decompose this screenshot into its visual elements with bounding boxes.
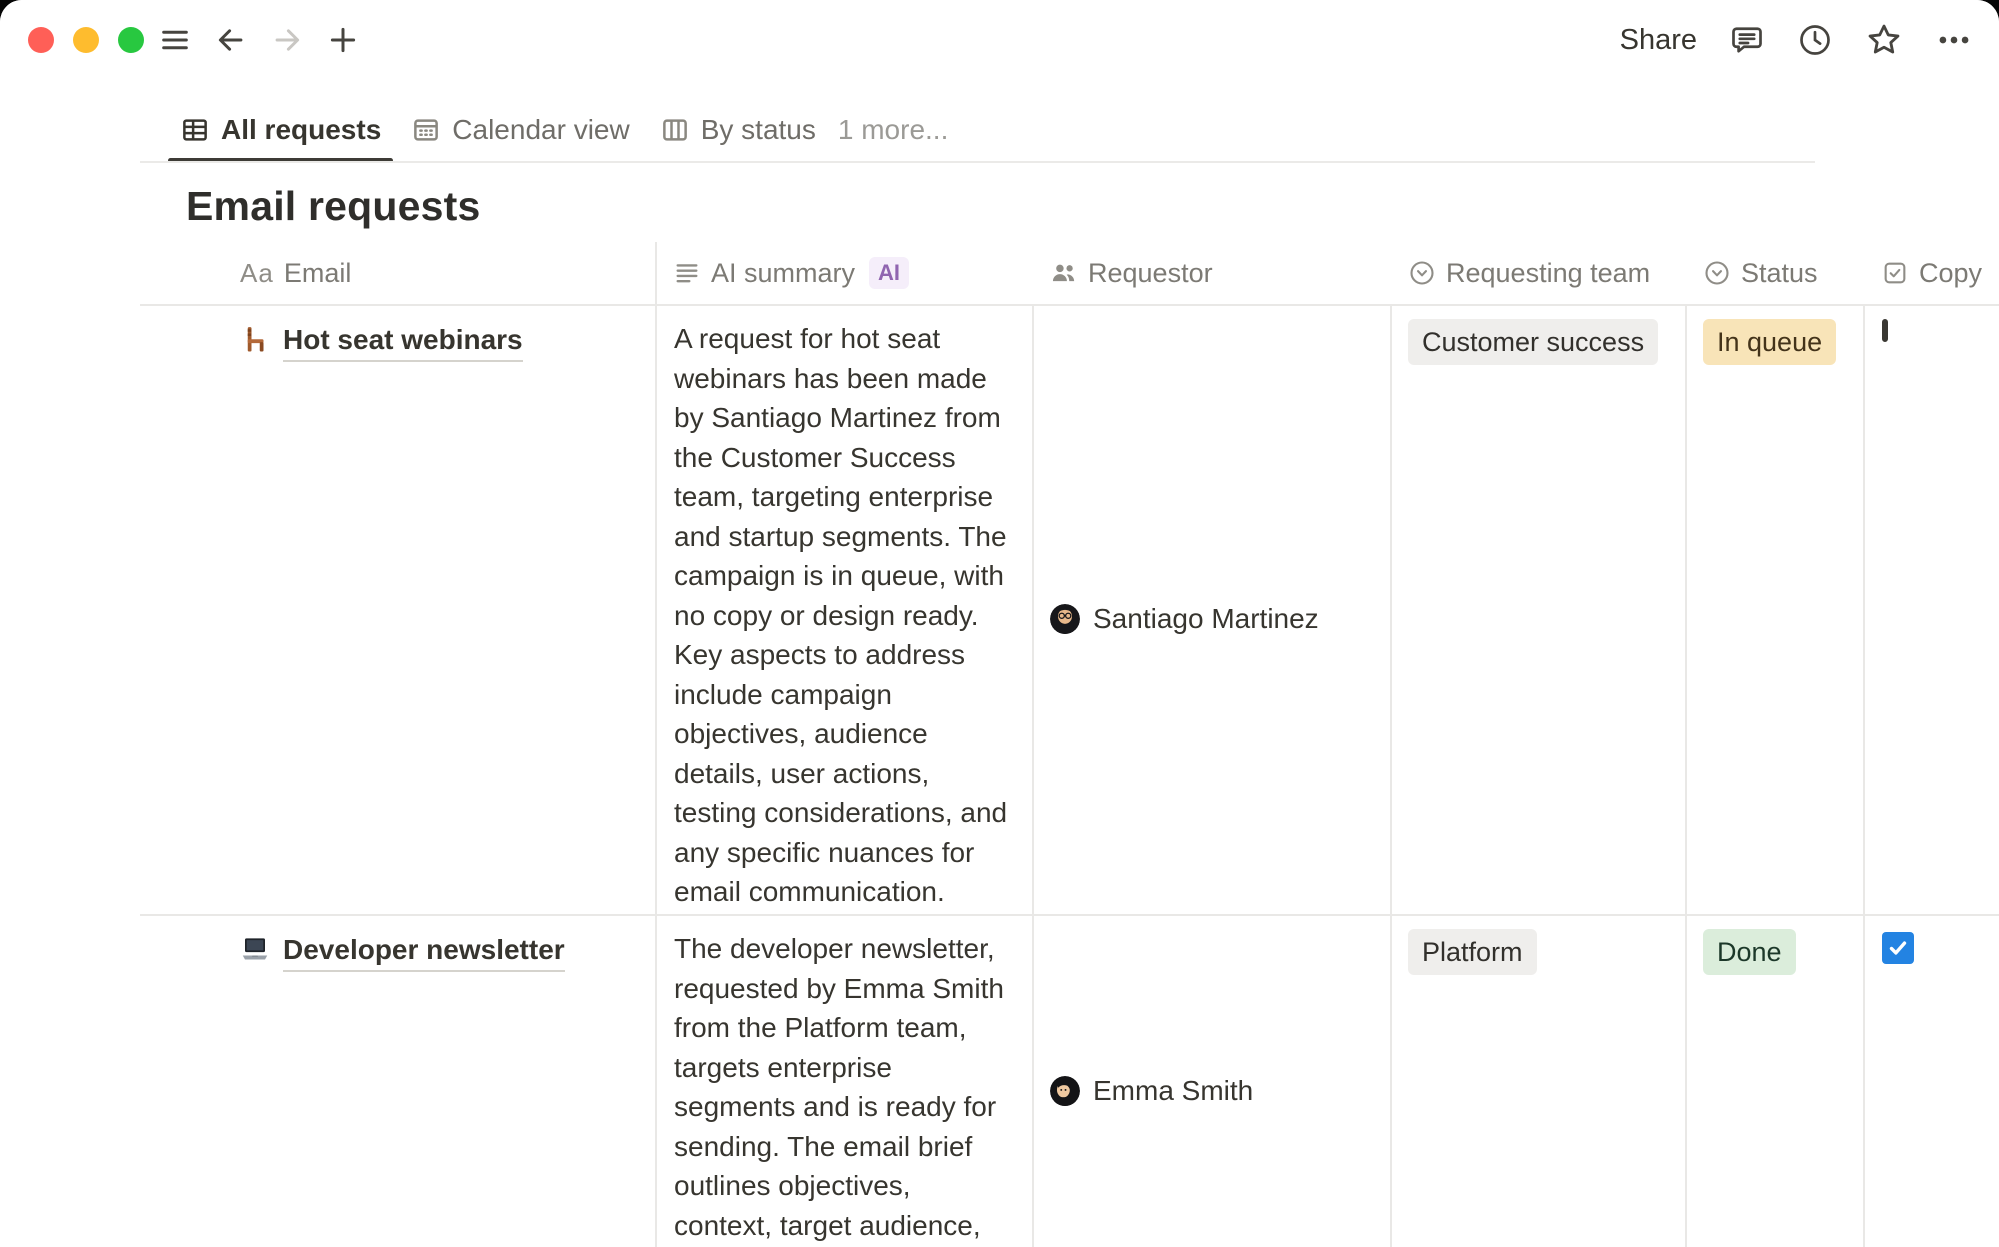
share-button[interactable]: Share (1620, 24, 1697, 57)
text-type-icon: Aa (240, 258, 274, 289)
page-link[interactable]: Developer newsletter (283, 932, 565, 972)
column-label: AI summary (711, 258, 855, 289)
table-row-1-requesting-team[interactable]: Customer success (1392, 306, 1687, 916)
titlebar-actions: Share (1620, 0, 1973, 80)
traffic-lights (28, 27, 144, 53)
status-tag: In queue (1703, 319, 1836, 365)
ai-summary-text: A request for hot seat webinars has been… (674, 323, 1007, 907)
column-header-ai-summary[interactable]: AI summary AI (657, 242, 1034, 306)
table-row-2-requesting-team[interactable]: Platform (1392, 916, 1687, 1247)
minimize-window-button[interactable] (73, 27, 99, 53)
avatar (1050, 604, 1080, 634)
status-tag: Done (1703, 929, 1796, 975)
align-left-icon (673, 259, 701, 287)
column-header-copy[interactable]: Copy (1865, 242, 1999, 306)
column-header-email[interactable]: Aa Email (140, 242, 657, 306)
ai-summary-text: The developer newsletter, requested by E… (674, 933, 1004, 1247)
column-header-requestor[interactable]: Requestor (1034, 242, 1392, 306)
table-row-1-copy[interactable] (1865, 306, 1999, 916)
column-label: Copy (1919, 258, 1982, 289)
back-icon[interactable] (214, 23, 248, 57)
table-row-2-copy[interactable] (1865, 916, 1999, 1247)
screenshot-root: Share (0, 0, 1999, 1247)
table-row-2-requestor[interactable]: Emma Smith (1034, 916, 1392, 1247)
team-tag: Customer success (1408, 319, 1658, 365)
table-row-1-email[interactable]: Hot seat webinars (140, 306, 657, 916)
requestor-name: Santiago Martinez (1093, 603, 1319, 635)
tab-calendar-view[interactable]: Calendar view (399, 100, 641, 160)
tab-all-requests[interactable]: All requests (168, 100, 393, 160)
board-view-icon (660, 115, 690, 145)
new-tab-icon[interactable] (326, 23, 360, 57)
calendar-view-icon (411, 115, 441, 145)
zoom-window-button[interactable] (118, 27, 144, 53)
forward-icon[interactable] (270, 23, 304, 57)
column-label: Status (1741, 258, 1818, 289)
page-title: Email requests (186, 183, 481, 230)
tab-label: By status (701, 114, 816, 146)
titlebar: Share (0, 0, 1999, 80)
select-circle-icon (1408, 259, 1436, 287)
tab-more-views[interactable]: 1 more... (834, 100, 960, 160)
avatar (1050, 1076, 1080, 1106)
table-row-1-status[interactable]: In queue (1687, 306, 1865, 916)
table-row-2-email[interactable]: Developer newsletter (140, 916, 657, 1247)
close-window-button[interactable] (28, 27, 54, 53)
tab-label: 1 more... (838, 114, 948, 146)
table-view-icon (180, 115, 210, 145)
column-label: Email (284, 258, 352, 289)
column-label: Requestor (1088, 258, 1213, 289)
table-row-1-ai-summary[interactable]: A request for hot seat webinars has been… (657, 306, 1034, 916)
menu-icon[interactable] (158, 23, 192, 57)
tab-label: Calendar view (452, 114, 629, 146)
requestor-name: Emma Smith (1093, 1075, 1253, 1107)
more-ellipsis-icon[interactable] (1935, 21, 1973, 59)
checkbox-icon (1881, 259, 1909, 287)
laptop-icon (240, 934, 270, 964)
tab-label: All requests (221, 114, 381, 146)
view-tabbar: All requests Calendar view By status 1 m… (140, 100, 1999, 166)
column-header-status[interactable]: Status (1687, 242, 1865, 306)
copy-checkbox-unchecked[interactable] (1882, 319, 1888, 342)
table-row-1-requestor[interactable]: Santiago Martinez (1034, 306, 1392, 916)
column-header-requesting-team[interactable]: Requesting team (1392, 242, 1687, 306)
email-requests-table: Aa Email AI summary AI Requestor (140, 242, 1999, 1247)
team-tag: Platform (1408, 929, 1537, 975)
table-row-2-status[interactable]: Done (1687, 916, 1865, 1247)
people-icon (1050, 259, 1078, 287)
column-label: Requesting team (1446, 258, 1650, 289)
page-link[interactable]: Hot seat webinars (283, 322, 523, 362)
table-row-2-ai-summary[interactable]: The developer newsletter, requested by E… (657, 916, 1034, 1247)
copy-checkbox-checked[interactable] (1882, 932, 1914, 964)
updates-clock-icon[interactable] (1797, 22, 1833, 58)
comments-icon[interactable] (1729, 22, 1765, 58)
app-window: Share (0, 0, 1999, 1247)
select-circle-icon (1703, 259, 1731, 287)
favorite-star-icon[interactable] (1865, 21, 1903, 59)
tabbar-divider (140, 161, 1815, 163)
ai-badge: AI (869, 257, 909, 289)
nav-controls (158, 0, 360, 80)
chair-icon (240, 324, 270, 354)
tab-by-status[interactable]: By status (648, 100, 828, 160)
